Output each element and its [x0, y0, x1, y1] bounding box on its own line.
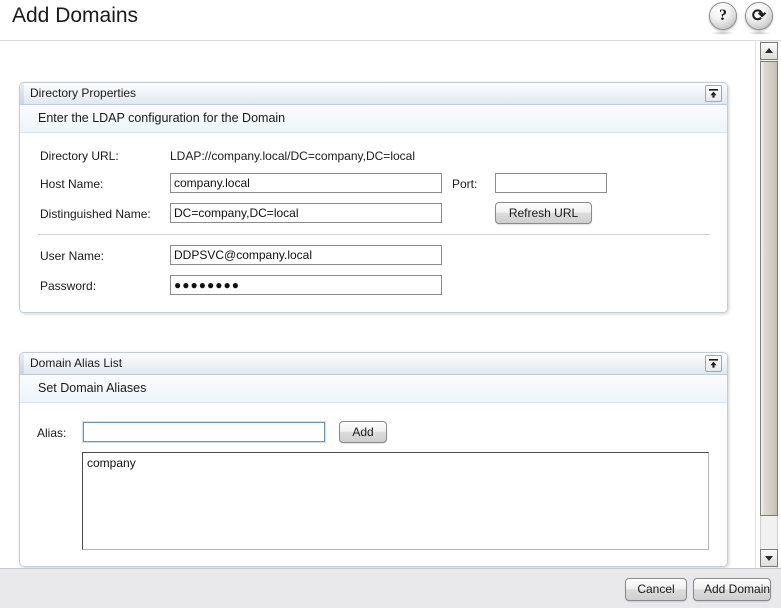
- scroll-up-arrow-icon[interactable]: [760, 42, 778, 60]
- alias-panel-body: Alias: Add company: [20, 403, 727, 566]
- alias-panel-title: Domain Alias List: [30, 356, 123, 370]
- scrollbar-thumb[interactable]: [760, 61, 778, 516]
- user-name-label: User Name:: [40, 249, 105, 263]
- help-icon-shadow: [711, 31, 735, 35]
- domain-alias-list-panel: Domain Alias List Set Domain Aliases Ali…: [19, 352, 728, 567]
- cancel-button[interactable]: Cancel: [625, 578, 687, 601]
- bottom-toolbar: Cancel Add Domain: [0, 568, 781, 608]
- collapse-up-glyph: [709, 359, 718, 368]
- refresh-url-button[interactable]: Refresh URL: [495, 202, 592, 224]
- section-divider: [38, 234, 710, 235]
- vertical-scrollbar[interactable]: [755, 41, 781, 568]
- distinguished-name-input[interactable]: [170, 203, 442, 223]
- scroll-down-arrow-icon[interactable]: [760, 549, 778, 567]
- port-label: Port:: [452, 177, 478, 191]
- directory-properties-panel: Directory Properties Enter the LDAP conf…: [19, 82, 728, 313]
- distinguished-name-label: Distinguished Name:: [40, 207, 151, 221]
- panel-accent-bar: [20, 83, 24, 104]
- host-name-label: Host Name:: [40, 177, 104, 191]
- page-title-bar: Add Domains ? ⟳: [0, 0, 781, 41]
- list-item[interactable]: company: [83, 453, 708, 471]
- directory-panel-header: Directory Properties: [20, 83, 727, 105]
- directory-url-label: Directory URL:: [40, 149, 119, 163]
- password-label: Password:: [40, 279, 97, 293]
- password-input[interactable]: [170, 275, 442, 295]
- help-icon[interactable]: ?: [709, 2, 737, 30]
- alias-panel-header: Domain Alias List: [20, 353, 727, 375]
- add-alias-button[interactable]: Add: [339, 421, 387, 443]
- collapse-icon-alias[interactable]: [705, 355, 722, 372]
- directory-url-value: LDAP://company.local/DC=company,DC=local: [170, 149, 415, 163]
- collapse-up-glyph: [709, 89, 718, 98]
- scroll-content-area: Directory Properties Enter the LDAP conf…: [0, 41, 755, 568]
- directory-panel-title: Directory Properties: [30, 86, 137, 100]
- collapse-icon-directory[interactable]: [705, 85, 722, 102]
- page-title: Add Domains: [12, 4, 139, 27]
- alias-list-box[interactable]: company: [82, 452, 709, 550]
- directory-panel-subtitle: Enter the LDAP configuration for the Dom…: [20, 105, 727, 133]
- add-domain-button[interactable]: Add Domain: [693, 578, 771, 601]
- directory-panel-body: Directory URL: LDAP://company.local/DC=c…: [20, 133, 727, 312]
- host-name-input[interactable]: [170, 173, 442, 193]
- alias-input[interactable]: [83, 422, 325, 442]
- alias-panel-subtitle: Set Domain Aliases: [20, 375, 727, 403]
- refresh-icon-shadow: [747, 31, 771, 35]
- panel-accent-bar: [20, 353, 24, 374]
- port-input[interactable]: [495, 173, 607, 193]
- alias-label: Alias:: [37, 426, 67, 440]
- user-name-input[interactable]: [170, 245, 442, 265]
- refresh-icon[interactable]: ⟳: [745, 2, 773, 30]
